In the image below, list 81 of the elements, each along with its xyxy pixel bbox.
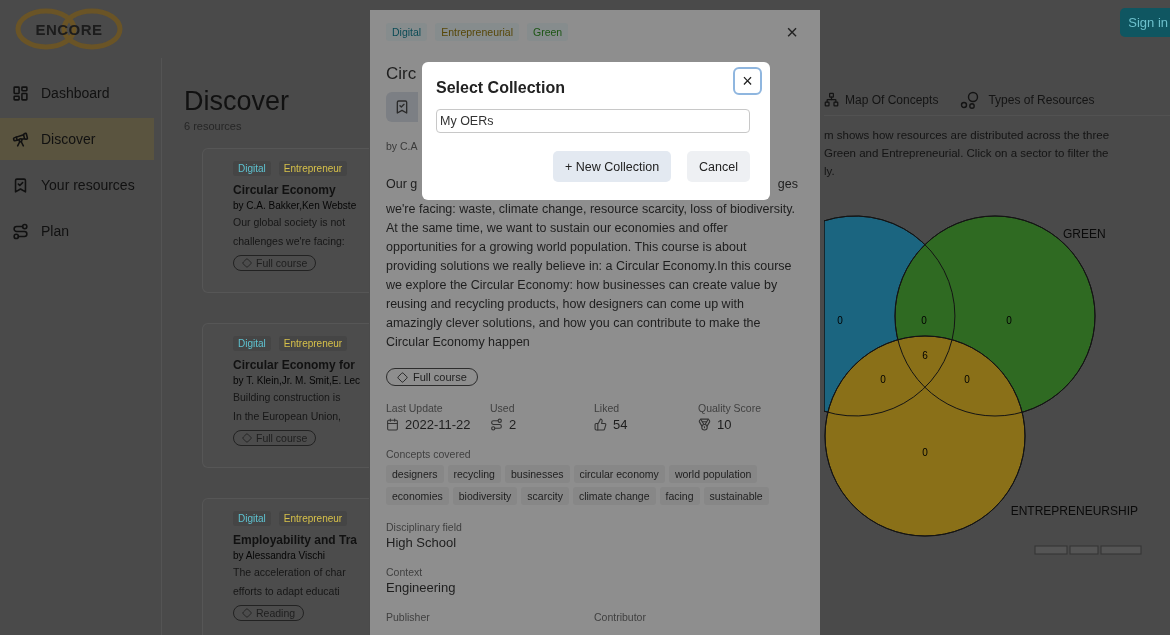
new-collection-button[interactable]: + New Collection: [552, 151, 672, 182]
field-value: Engineering: [386, 580, 456, 595]
field-label: Disciplinary field: [386, 521, 462, 533]
concept-tag[interactable]: businesses: [504, 465, 570, 483]
sector-tag: Entrepreneurial: [435, 23, 519, 41]
concept-tag[interactable]: world population: [668, 465, 758, 483]
stat-label: Used: [490, 402, 515, 414]
region-count: 0: [921, 315, 927, 326]
circle-label: ENTREPRENEURSHIP: [1010, 504, 1138, 518]
close-button[interactable]: ×: [733, 67, 762, 95]
stat-label: Liked: [594, 402, 620, 414]
stat-label: Last Update: [386, 402, 443, 414]
concept-tag[interactable]: recycling: [447, 465, 501, 483]
region-count: 6: [922, 350, 928, 361]
concept-tag[interactable]: scarcity: [521, 487, 569, 505]
sector-tag: Digital: [386, 23, 428, 41]
telescope-icon: [12, 130, 29, 148]
field-label: Publisher: [386, 611, 431, 623]
sector-tag: Entrepreneur: [278, 511, 348, 526]
medal-icon: [698, 418, 711, 431]
stat-value: 2: [509, 417, 517, 432]
field-value: High School: [386, 535, 457, 550]
card-title: Circular Economy: [233, 183, 336, 197]
diamond-icon: [242, 258, 252, 268]
collection-field[interactable]: My OERs: [436, 109, 750, 133]
circle-label: GREEN: [1063, 227, 1106, 241]
region-count: 0: [837, 315, 843, 326]
route-icon: [12, 222, 29, 240]
description-fragment: ges: [777, 176, 798, 193]
resource-title: Circ: [386, 64, 417, 84]
card-authors: by T. Klein,Jr. M. Smit,E. Lec: [233, 375, 361, 386]
sector-tag: Digital: [233, 336, 271, 351]
region-count: 0: [1006, 315, 1012, 326]
cancel-button[interactable]: Cancel: [687, 151, 750, 182]
diamond-icon: [397, 371, 408, 383]
logo-icon: [14, 7, 124, 51]
concept-tag[interactable]: biodiversity: [452, 487, 518, 505]
stat-value: 10: [717, 417, 732, 432]
sector-tag: Entrepreneur: [278, 336, 348, 351]
page-title: Discover: [184, 85, 290, 118]
field-label: Context: [386, 566, 423, 578]
section-label: Concepts covered: [386, 448, 471, 460]
sector-tag: Entrepreneur: [278, 161, 348, 176]
close-button[interactable]: ×: [786, 22, 798, 42]
region-count: 0: [964, 374, 970, 385]
network-icon: [824, 92, 839, 107]
diamond-icon: [242, 608, 252, 618]
concept-tag[interactable]: economies: [386, 487, 449, 505]
stat-value: 2022-11-22: [405, 417, 471, 432]
resource-authors: by C.A: [386, 140, 418, 152]
calendar-icon: [386, 418, 399, 431]
dashboard-icon: [12, 84, 29, 102]
sidebar-item[interactable]: Discover: [0, 118, 154, 160]
card-authors: by C.A. Bakker,Ken Webste: [233, 200, 357, 211]
stat-label: Quality Score: [698, 402, 762, 414]
sector-tag: Green: [527, 23, 569, 41]
field-label: Contributor: [594, 611, 647, 623]
concept-tag[interactable]: sustainable: [703, 487, 769, 505]
stat-value: 54: [613, 417, 628, 432]
region-count: 0: [922, 447, 928, 458]
concept-tag[interactable]: circular economy: [573, 465, 665, 483]
diamond-icon: [242, 433, 252, 443]
concept-tag[interactable]: designers: [386, 465, 444, 483]
bookmark-icon: [394, 99, 410, 115]
card-authors: by Alessandra Vischi: [233, 550, 326, 561]
bookmark-icon: [12, 176, 29, 194]
card-title: Circular Economy for: [233, 358, 356, 372]
sector-tag: Digital: [233, 161, 271, 176]
resource-description: we're facing: waste, climate change, resource scarcity, loss of biodiversity. At the same time, we want to sustain our economies and offer opportunities for a growing world population. This course is about providing solutions we really believe in: a Circular Economy.In this course we explore the Circular Economy: how businesses can create value by reusing and recycling products, how designers can come up with amazingly clever solutions, and how you can contribute to make the Circular Economy happen: [386, 201, 797, 351]
concept-tag[interactable]: climate change: [572, 487, 656, 505]
thumbs-up-icon: [594, 418, 607, 431]
route-icon: [490, 418, 503, 431]
logo-text: ENCORE: [35, 20, 103, 38]
region-count: 0: [880, 374, 886, 385]
card-title: Employability and Tra: [233, 533, 358, 547]
action-button[interactable]: [386, 92, 418, 122]
sign-in-button[interactable]: Sign in: [1120, 7, 1170, 37]
description-fragment: Our g: [386, 176, 418, 193]
dialog-title: Select Collection: [436, 79, 565, 97]
concept-tag[interactable]: facing: [659, 487, 700, 505]
sector-tag: Digital: [233, 511, 271, 526]
